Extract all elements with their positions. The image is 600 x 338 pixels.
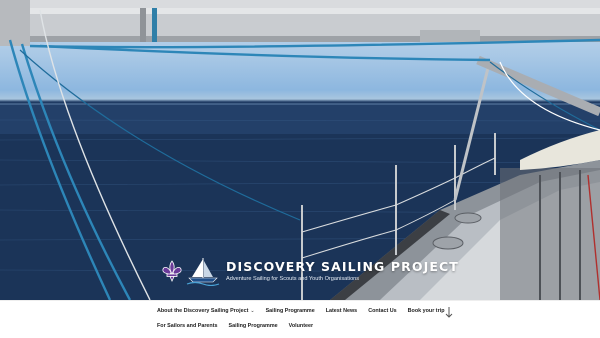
nav-item-label: About the Discovery Sailing Project	[157, 308, 249, 314]
nav-item-label: Volunteer	[288, 323, 314, 329]
nav-item-book-trip[interactable]: Book your trip	[408, 308, 445, 314]
chevron-down-icon: ⌄	[250, 308, 255, 314]
site-tagline: Adventure Sailing for Scouts and Youth O…	[226, 275, 360, 282]
site-title-block: DISCOVERY SAILING PROJECT Adventure Sail…	[226, 259, 459, 283]
arrow-down-icon	[445, 306, 453, 318]
nav-row-primary: About the Discovery Sailing Project ⌄ Sa…	[157, 308, 445, 314]
nav-item-sailing-programme[interactable]: Sailing Programme	[266, 308, 315, 314]
nav-item-label: Latest News	[325, 308, 358, 314]
nav-item-about[interactable]: About the Discovery Sailing Project ⌄	[157, 308, 255, 314]
site-branding: DISCOVERY SAILING PROJECT Adventure Sail…	[160, 256, 459, 286]
hero-header-image: DISCOVERY SAILING PROJECT Adventure Sail…	[0, 0, 600, 300]
nav-item-volunteer[interactable]: Volunteer	[289, 323, 313, 329]
nav-item-label: Sailing Programme	[228, 323, 278, 329]
sailboat-icon	[186, 258, 220, 286]
nav-item-sailing-programme-2[interactable]: Sailing Programme	[229, 323, 278, 329]
site-title[interactable]: DISCOVERY SAILING PROJECT	[226, 259, 459, 274]
nav-row-secondary: For Sailors and Parents Sailing Programm…	[157, 323, 313, 329]
scroll-down-button[interactable]	[444, 306, 454, 318]
nav-item-label: Contact Us	[368, 308, 397, 314]
main-navigation: About the Discovery Sailing Project ⌄ Sa…	[0, 300, 600, 338]
site-logo[interactable]	[160, 256, 224, 286]
nav-item-label: Sailing Programme	[265, 308, 315, 314]
nav-item-latest-news[interactable]: Latest News	[326, 308, 357, 314]
nav-item-label: For Sailors and Parents	[157, 323, 218, 329]
sailboat-deck-photo	[0, 0, 600, 300]
fleur-de-lis-icon	[162, 260, 182, 282]
nav-item-sailors-parents[interactable]: For Sailors and Parents	[157, 323, 218, 329]
nav-item-label: Book your trip	[407, 308, 445, 314]
nav-item-contact-us[interactable]: Contact Us	[368, 308, 396, 314]
